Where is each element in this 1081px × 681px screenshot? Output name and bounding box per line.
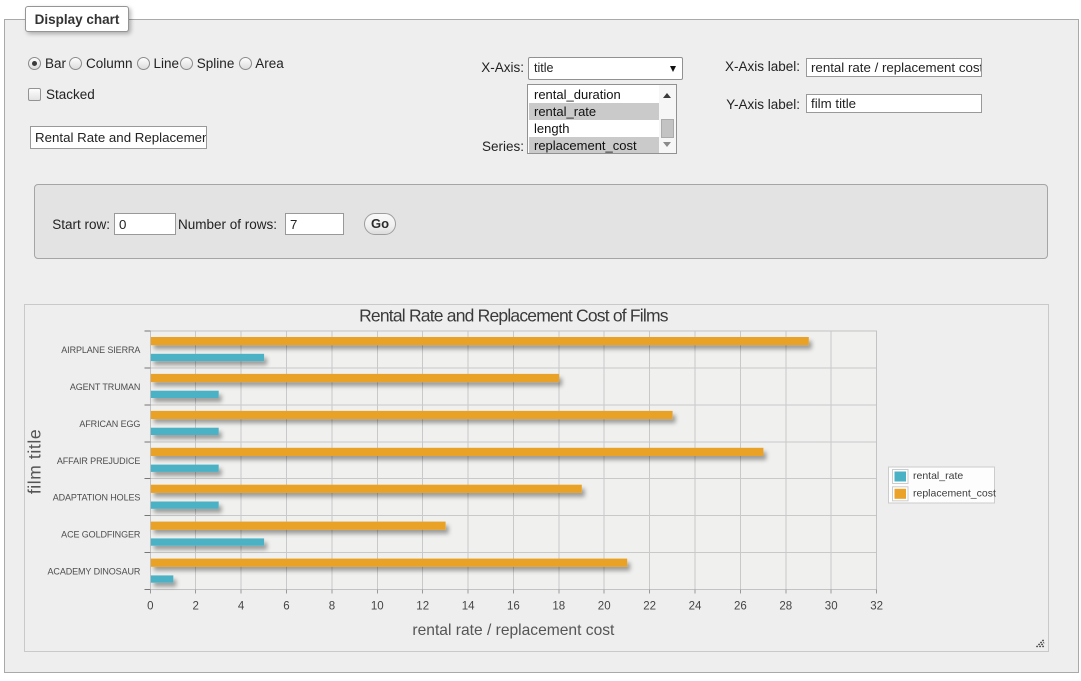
svg-text:ADAPTATION HOLES: ADAPTATION HOLES — [53, 493, 141, 503]
svg-text:AIRPLANE SIERRA: AIRPLANE SIERRA — [61, 345, 140, 355]
svg-text:26: 26 — [734, 601, 747, 613]
svg-text:0: 0 — [147, 601, 153, 613]
svg-text:18: 18 — [552, 601, 565, 613]
svg-text:8: 8 — [329, 601, 335, 613]
svg-text:replacement_cost: replacement_cost — [913, 487, 996, 499]
svg-text:16: 16 — [507, 601, 520, 613]
svg-text:24: 24 — [689, 601, 702, 613]
svg-text:AFRICAN EGG: AFRICAN EGG — [79, 419, 140, 429]
svg-text:2: 2 — [192, 601, 198, 613]
svg-text:12: 12 — [416, 601, 429, 613]
svg-text:30: 30 — [825, 601, 838, 613]
svg-text:22: 22 — [643, 601, 656, 613]
svg-text:14: 14 — [462, 601, 475, 613]
svg-text:AFFAIR PREJUDICE: AFFAIR PREJUDICE — [57, 456, 141, 466]
svg-text:rental_rate: rental_rate — [913, 470, 963, 482]
svg-text:rental rate / replacement cost: rental rate / replacement cost — [412, 622, 615, 639]
svg-text:4: 4 — [238, 601, 245, 613]
svg-text:AGENT TRUMAN: AGENT TRUMAN — [70, 382, 140, 392]
svg-text:ACADEMY DINOSAUR: ACADEMY DINOSAUR — [48, 567, 141, 577]
svg-text:6: 6 — [283, 601, 289, 613]
svg-text:32: 32 — [870, 601, 883, 613]
svg-text:ACE GOLDFINGER: ACE GOLDFINGER — [61, 530, 141, 540]
svg-text:20: 20 — [598, 601, 611, 613]
svg-text:28: 28 — [779, 601, 792, 613]
svg-text:film title: film title — [25, 429, 45, 494]
svg-text:10: 10 — [371, 601, 384, 613]
svg-text:Rental Rate and Replacement Co: Rental Rate and Replacement Cost of Film… — [359, 306, 669, 326]
